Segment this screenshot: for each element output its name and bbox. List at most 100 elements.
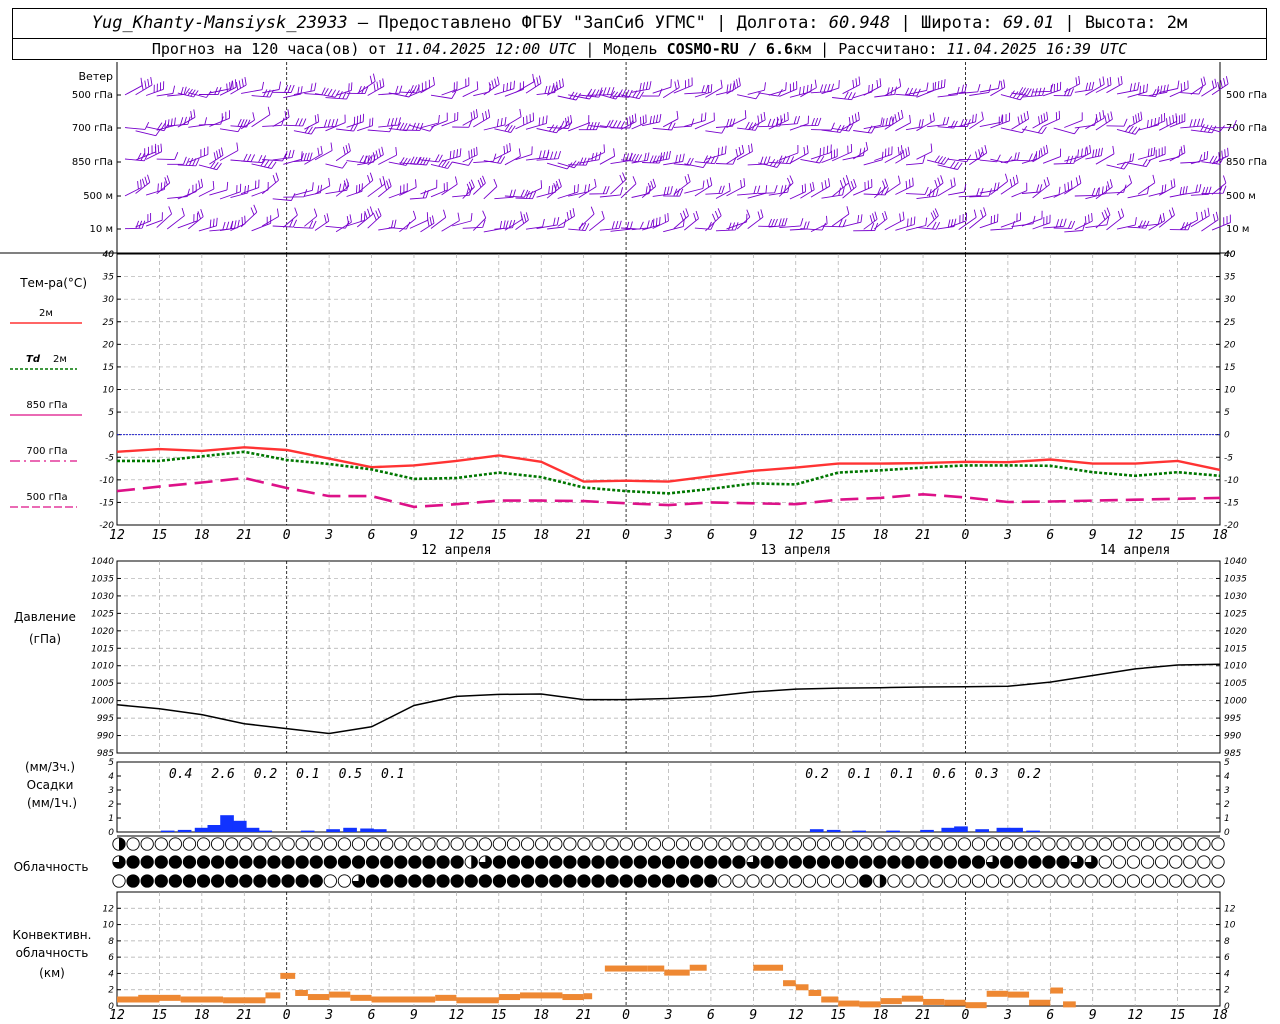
wind-barb: [610, 152, 633, 165]
cloud-cell-middle: [196, 855, 211, 869]
wind-barb: [1053, 88, 1075, 97]
temp-ytick-label: 15: [103, 363, 115, 373]
wind-level-label: 500 м: [83, 191, 113, 202]
cloud-cell-upper: [1000, 837, 1014, 851]
cloud-cell-lower: [225, 874, 239, 888]
cloud-cell-lower: [845, 874, 859, 888]
wind-barb: [715, 156, 737, 165]
cloud-cell-lower: [196, 874, 211, 888]
temp-ytick-label: -10: [99, 476, 114, 486]
cloud-cell-upper: [478, 837, 492, 851]
precip-ytick-label: 3: [1224, 786, 1230, 796]
wind-level-label: 700 гПа: [1226, 123, 1267, 134]
conv-ytick-label: 10: [103, 921, 115, 931]
wind-barb: [251, 159, 277, 169]
precip-bar: [245, 827, 260, 832]
cloud-cell-upper: [1056, 837, 1070, 851]
wind-barb: [557, 91, 581, 101]
wind-barb: [684, 210, 699, 231]
temp-xtick-label: 3: [324, 528, 333, 543]
pressure-ytick-label: 1035: [1224, 574, 1247, 584]
cloud-cell-lower: [943, 874, 957, 888]
cloud-cell-lower: [788, 874, 802, 888]
wind-barb: [1127, 220, 1150, 229]
conv-xtick-label: 6: [1046, 1008, 1054, 1023]
cloud-cell-upper: [154, 837, 168, 851]
wind-barb: [557, 208, 575, 227]
precip-unit3: (мм/3ч.): [25, 760, 75, 774]
wind-barb: [494, 189, 516, 200]
temp-xtick-label: 15: [152, 528, 168, 543]
precip-bar: [300, 830, 315, 832]
cloud-cell-upper: [746, 837, 760, 851]
wind-barb: [599, 148, 616, 165]
wind-barb: [494, 80, 515, 96]
cloud-cell-upper: [1140, 837, 1155, 851]
wind-barb: [737, 91, 761, 100]
cloud-cell-middle: [154, 855, 168, 869]
temp-ytick-label: 10: [1224, 386, 1236, 396]
cloud-cell-middle: [563, 855, 577, 869]
temp-xtick-label: 9: [1089, 528, 1097, 543]
wind-barb: [747, 185, 768, 199]
conv-xtick-label: 15: [152, 1008, 168, 1023]
cloud-cell-upper: [520, 837, 535, 851]
cloud-cell-lower: [732, 874, 746, 888]
temp-xtick-label: 0: [622, 528, 630, 543]
conv-bar: [520, 992, 563, 999]
cloud-cell-upper: [887, 837, 901, 851]
conv-ytick-label: 8: [108, 937, 114, 947]
wind-barb: [652, 79, 672, 94]
wind-barb: [504, 108, 522, 127]
cloud-cell-upper: [718, 837, 732, 851]
temp-xtick-label: 3: [1003, 528, 1012, 543]
cloud-cell-lower: [1028, 874, 1042, 888]
cloud-cell-lower: [859, 874, 873, 888]
wind-barb: [926, 79, 946, 93]
cloud-cell-middle: [774, 855, 788, 869]
cloud-cell-upper: [788, 837, 802, 851]
t850-legend: 850 гПа: [26, 400, 67, 411]
wind-barb: [937, 177, 956, 197]
cloud-cell-middle: [1211, 855, 1225, 869]
conv-xtick-label: 9: [410, 1008, 418, 1023]
cloud-cell-middle: [126, 855, 140, 869]
cloud-cell-middle: [873, 855, 887, 869]
wind-barb: [293, 220, 317, 229]
cloud-cell-lower: [337, 874, 352, 888]
cloud-cell-upper: [464, 837, 478, 851]
wind-barb: [736, 209, 751, 230]
wind-barb: [504, 189, 529, 198]
cloud-cell-middle: [1056, 855, 1070, 869]
conv-xtick-label: 0: [283, 1008, 291, 1023]
cloud-cell-lower: [154, 874, 168, 888]
cloud-cell-lower: [365, 874, 380, 888]
cloud-cell-upper: [957, 837, 972, 851]
pressure-label: Давление: [14, 610, 76, 624]
conv-xtick-label: 15: [1170, 1008, 1186, 1023]
wind-barb: [610, 89, 633, 98]
cloud-cell-lower: [1183, 874, 1197, 888]
wind-barb: [314, 177, 331, 195]
cloud-cell-upper: [351, 837, 366, 851]
cloud-cell-lower: [802, 874, 817, 888]
cloud-cell-middle: [929, 855, 943, 869]
cloud-cell-lower: [704, 874, 718, 888]
cloud-cell-lower: [478, 874, 492, 888]
cloud-cell-middle: [1197, 855, 1211, 869]
cloud-cell-middle: [1126, 855, 1141, 869]
wind-barb: [990, 79, 1006, 97]
wind-barb: [926, 155, 950, 165]
conv-bar: [901, 995, 924, 1002]
wind-barb: [800, 117, 822, 127]
conv-ytick-label: 2: [1224, 986, 1230, 996]
wind-barb: [884, 211, 905, 231]
cloud-cell-upper: [1112, 837, 1127, 851]
conv-bar: [689, 964, 707, 971]
wind-barb: [578, 151, 602, 164]
wind-barb: [156, 152, 179, 161]
cloud-cell-lower: [1098, 874, 1112, 888]
wind-barb: [1074, 81, 1095, 93]
cloud-cell-middle: [323, 855, 337, 869]
cloud-cell-middle: [549, 855, 563, 869]
